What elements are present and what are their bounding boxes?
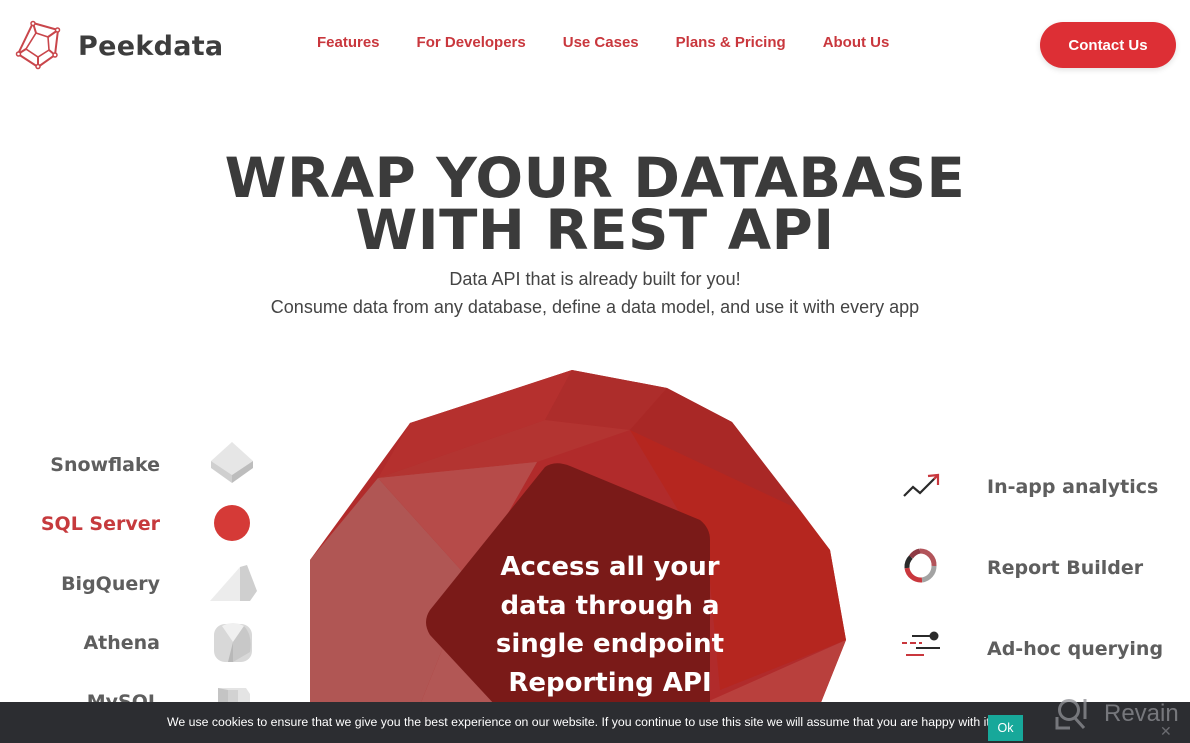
donut-chart-icon [904, 548, 937, 583]
feature-report-builder: Report Builder [987, 557, 1144, 579]
cube-flat-icon [211, 442, 253, 483]
contact-us-button[interactable]: Contact Us [1040, 22, 1176, 68]
hero-subtitle-2: Consume data from any database, define a… [270, 297, 920, 317]
rounded-cube-icon [214, 623, 252, 662]
nav-for-developers[interactable]: For Developers [417, 34, 526, 51]
nav-features[interactable]: Features [317, 34, 380, 51]
trend-arrow-icon [903, 473, 940, 497]
site-header: Peekdata Features For Developers Use Cas… [0, 0, 1190, 90]
db-item-sql-server[interactable]: SQL Server [41, 513, 160, 535]
hero-title-line-2: WITH REST API [355, 198, 835, 262]
feature-ad-hoc-querying: Ad-hoc querying [987, 638, 1164, 660]
db-item-snowflake[interactable]: Snowflake [50, 454, 160, 476]
cookie-banner: We use cookies to ensure that we give yo… [0, 702, 1190, 743]
feature-in-app-analytics: In-app analytics [987, 476, 1159, 498]
filter-slider-icon [902, 631, 940, 656]
hero-title: WRAP YOUR DATABASE WITH REST API [0, 146, 1190, 262]
nav-plans-pricing[interactable]: Plans & Pricing [676, 34, 786, 51]
graphic-caption: Access all your data through a single en… [470, 548, 750, 702]
db-item-bigquery[interactable]: BigQuery [61, 573, 160, 595]
close-icon[interactable]: ✕ [1160, 723, 1172, 740]
graphic-line-3: single endpoint [495, 629, 725, 659]
hero-subtitle-1: Data API that is already built for you! [449, 269, 741, 289]
main-nav: Features For Developers Use Cases Plans … [317, 34, 926, 51]
graphic-line-1: Access all your [500, 552, 720, 582]
graphic-line-2: data through a [500, 590, 720, 621]
revain-logo-icon [1055, 699, 1087, 730]
brand-name: Peekdata [78, 30, 224, 62]
prism-icon [210, 565, 257, 601]
cookie-message: We use cookies to ensure that we give yo… [167, 715, 994, 729]
hero-title-line-1: WRAP YOUR DATABASE [224, 146, 966, 210]
graphic-line-4: Reporting API [508, 667, 712, 698]
nav-about-us[interactable]: About Us [823, 34, 890, 51]
cookie-ok-button[interactable]: Ok [988, 715, 1023, 741]
peekdata-logo-icon [15, 20, 61, 70]
db-item-athena[interactable]: Athena [83, 632, 160, 654]
sphere-icon [214, 505, 250, 541]
brand-logo[interactable]: Peekdata [12, 20, 223, 72]
nav-use-cases[interactable]: Use Cases [563, 34, 639, 51]
